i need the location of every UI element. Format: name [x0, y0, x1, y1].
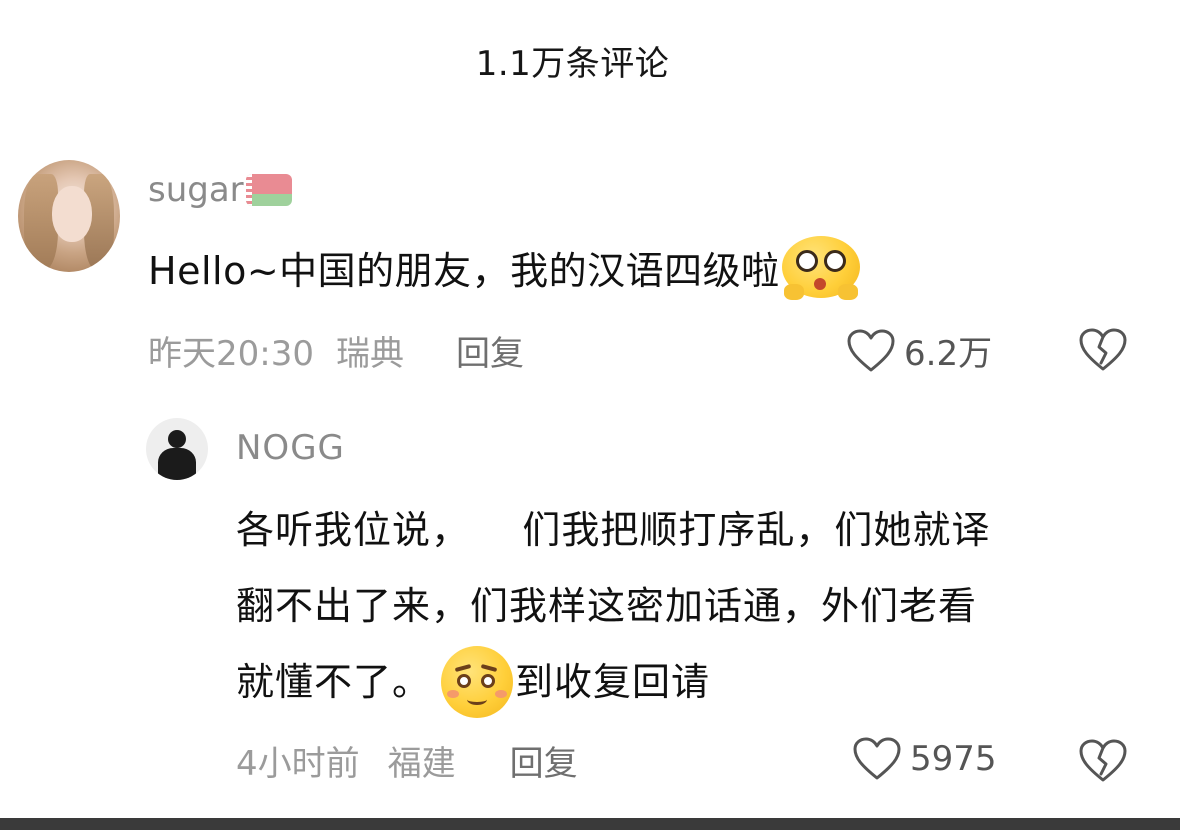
comment-text-line: 各听我位说， 们我把顺打序乱，们她就译 — [236, 508, 991, 552]
broken-heart-icon[interactable] — [1078, 738, 1128, 784]
avatar[interactable] — [146, 418, 208, 480]
heart-icon — [853, 737, 901, 780]
comment-text: Hello~中国的朋友，我的汉语四级啦 — [148, 248, 780, 293]
like-button[interactable]: 6.2万 — [846, 326, 992, 375]
reply-button[interactable]: 回复 — [456, 326, 524, 375]
like-count: 6.2万 — [904, 334, 993, 374]
belarus-flag-icon — [245, 174, 292, 206]
shy-face-emoji-icon — [441, 646, 514, 718]
comment-count-title: 1.1万条评论 — [475, 44, 670, 84]
comment-1-user-row: sugar — [148, 170, 292, 210]
comment-text-line: 就懂不了。 到收复回请 — [236, 644, 1136, 720]
comment-location: 瑞典 — [335, 334, 404, 374]
comment-2-meta: 4小时前 福建 回复 — [236, 736, 578, 785]
username[interactable]: NOGG — [236, 428, 345, 468]
comment-1-text-row: Hello~中国的朋友，我的汉语四级啦 — [148, 236, 860, 300]
comment-time: 昨天20:30 — [148, 334, 314, 374]
reply-button[interactable]: 回复 — [510, 736, 578, 785]
comment-text-segment: 到收复回请 — [515, 660, 711, 704]
like-button[interactable]: 5975 — [852, 736, 997, 782]
comment-text: 各听我位说， 们我把顺打序乱，们她就译 翻不出了来，们我样这密加话通，外们老看 … — [236, 492, 1136, 720]
comments-page: 1.1万条评论 sugar Hello~中国的朋友，我的汉语四级啦 昨天20:3… — [0, 0, 1180, 830]
comment-time: 4小时前 — [236, 744, 360, 784]
comment-text-segment: 就懂不了。 — [236, 660, 432, 704]
heart-icon — [847, 329, 895, 371]
comment-text-line: 翻不出了来，们我样这密加话通，外们老看 — [236, 584, 978, 628]
avatar[interactable] — [18, 160, 120, 272]
pleading-face-emoji-icon — [781, 236, 860, 300]
comment-location: 福建 — [387, 744, 456, 784]
like-count: 5975 — [910, 739, 997, 779]
comment-1-meta: 昨天20:30 瑞典 回复 — [148, 326, 524, 375]
broken-heart-icon[interactable] — [1078, 327, 1128, 373]
username[interactable]: sugar — [148, 170, 244, 210]
bottom-divider — [0, 818, 1180, 830]
